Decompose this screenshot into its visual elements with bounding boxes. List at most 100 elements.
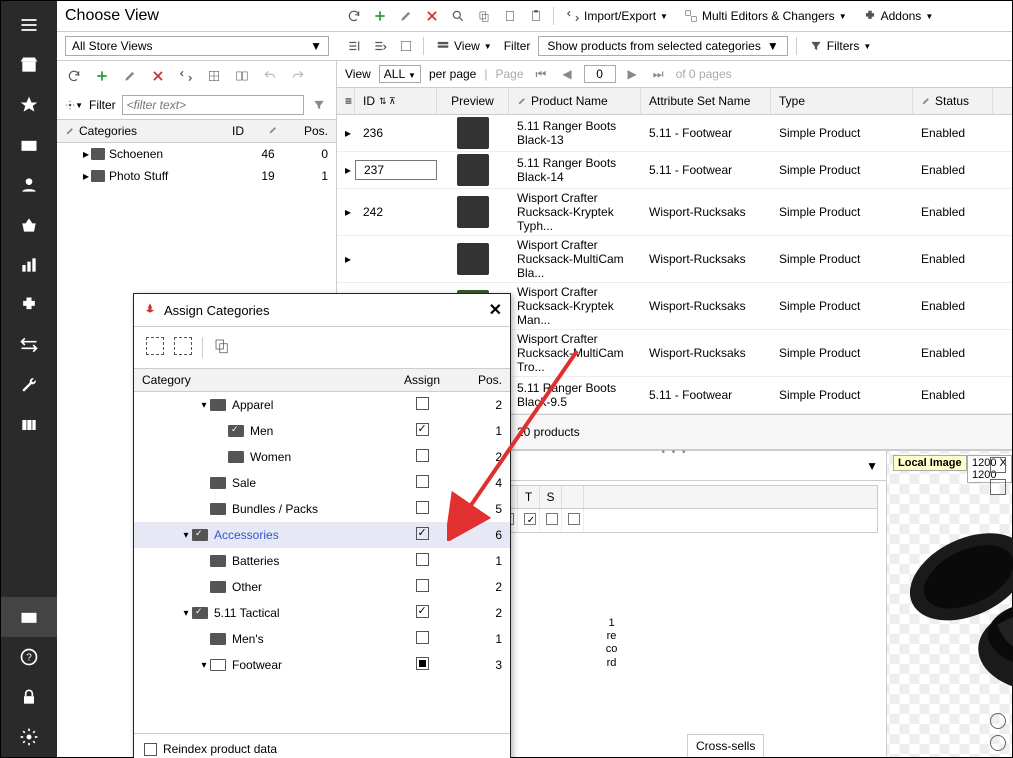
reindex-checkbox[interactable]: [144, 743, 157, 756]
flag-extra-checkbox[interactable]: [568, 513, 580, 525]
assign-category-row[interactable]: Women2: [134, 444, 510, 470]
page-prev-icon[interactable]: ◀: [558, 67, 575, 81]
assign-category-row[interactable]: Men1: [134, 418, 510, 444]
lock-icon[interactable]: [1, 677, 57, 717]
page-title: Choose View: [65, 7, 329, 25]
add-icon[interactable]: [371, 7, 389, 25]
settings-gear-icon[interactable]: ▼: [65, 96, 83, 114]
view-label: View: [345, 67, 371, 81]
dialog-close-icon[interactable]: ✕: [489, 300, 502, 320]
columns-icon[interactable]: [1, 405, 57, 445]
grid-header-type[interactable]: Type: [771, 88, 913, 114]
swap-cat-icon[interactable]: [177, 67, 195, 85]
delete-icon[interactable]: [423, 7, 441, 25]
flag-s2-checkbox[interactable]: [546, 513, 558, 525]
dialog-title: Assign Categories: [164, 303, 489, 318]
menu-icon[interactable]: [1, 5, 57, 45]
clipboard-icon[interactable]: [527, 7, 545, 25]
user-icon[interactable]: [1, 165, 57, 205]
tree-toggle-icon[interactable]: [397, 37, 415, 55]
per-page-label: per page: [429, 67, 476, 81]
filter-select[interactable]: Show products from selected categories▼: [538, 36, 787, 56]
assign-category-row[interactable]: ▾Accessories6: [134, 522, 510, 548]
tree-expand-icon[interactable]: [371, 37, 389, 55]
of-pages-label: of 0 pages: [676, 67, 732, 81]
assign-category-row[interactable]: ▾Footwear3: [134, 652, 510, 678]
grid-header-id[interactable]: ID ⇅ ⊼: [355, 88, 437, 114]
grid-icon[interactable]: [205, 67, 223, 85]
wrench-icon[interactable]: [1, 365, 57, 405]
grid-header-name[interactable]: Product Name: [509, 88, 641, 114]
assign-category-row[interactable]: Men's1: [134, 626, 510, 652]
fullscreen-icon[interactable]: [990, 457, 1006, 473]
page-number-input[interactable]: 0: [584, 65, 616, 83]
cat-filter-input[interactable]: [122, 95, 304, 115]
storeview-select[interactable]: All Store Views▼: [65, 36, 329, 56]
page-first-icon[interactable]: ⏮: [532, 67, 551, 82]
search-icon[interactable]: [449, 7, 467, 25]
crosssells-tab[interactable]: Cross-sells: [687, 734, 764, 757]
dialog-app-icon: [142, 302, 158, 318]
product-row[interactable]: ▸242Wisport Crafter Rucksack-Kryptek Typ…: [337, 189, 1012, 236]
transfer-icon[interactable]: [1, 325, 57, 365]
assign-category-row[interactable]: ▾Apparel2: [134, 392, 510, 418]
grid-header-status[interactable]: Status: [913, 88, 993, 114]
assign-category-row[interactable]: ▾5.11 Tactical2: [134, 600, 510, 626]
reindex-label: Reindex product data: [163, 742, 277, 756]
multi-editors-menu[interactable]: Multi Editors & Changers▼: [680, 7, 851, 25]
archive-icon[interactable]: [1, 597, 57, 637]
refresh-tree-icon[interactable]: [65, 67, 83, 85]
add-cat-icon[interactable]: [93, 67, 111, 85]
addons-menu[interactable]: Addons▼: [859, 7, 938, 25]
star-icon[interactable]: [1, 85, 57, 125]
copy-icon[interactable]: [475, 7, 493, 25]
view-menu[interactable]: View▼: [432, 37, 496, 55]
chart-icon[interactable]: [1, 245, 57, 285]
delete-cat-icon[interactable]: [149, 67, 167, 85]
tree-collapse-icon[interactable]: [345, 37, 363, 55]
refresh-icon[interactable]: [345, 7, 363, 25]
help-icon[interactable]: ?: [1, 637, 57, 677]
filters-menu[interactable]: Filters▼: [805, 37, 876, 55]
page-last-icon[interactable]: ⏭: [649, 67, 668, 82]
store-icon[interactable]: [1, 45, 57, 85]
select-none-icon[interactable]: [174, 337, 192, 355]
assign-category-row[interactable]: Sale4: [134, 470, 510, 496]
svg-text:?: ?: [26, 652, 32, 663]
img-menu-caret-icon[interactable]: ▼: [866, 459, 878, 473]
assign-category-row[interactable]: Batteries1: [134, 548, 510, 574]
filter-funnel-icon[interactable]: [310, 96, 328, 114]
edit-cat-icon[interactable]: [121, 67, 139, 85]
assign-category-row[interactable]: Other2: [134, 574, 510, 600]
cards-icon[interactable]: [233, 67, 251, 85]
edit-icon[interactable]: [397, 7, 415, 25]
product-row[interactable]: ▸Wisport Crafter Rucksack-MultiCam Bla..…: [337, 236, 1012, 283]
copy-tree-icon[interactable]: [213, 337, 231, 358]
zoom-in-icon[interactable]: [990, 713, 1006, 729]
zoom-out-icon[interactable]: [990, 735, 1006, 751]
product-image-preview: [892, 481, 1013, 711]
view-per-page-select[interactable]: ALL ▼: [379, 65, 421, 83]
inbox-icon[interactable]: [1, 125, 57, 165]
grid-select-all[interactable]: ≡: [337, 88, 355, 114]
flag-t-checkbox[interactable]: [524, 513, 536, 525]
page-next-icon[interactable]: ▶: [624, 67, 641, 81]
product-row[interactable]: ▸2375.11 Ranger Boots Black-145.11 - Foo…: [337, 152, 1012, 189]
gear-icon[interactable]: [1, 717, 57, 757]
import-export-menu[interactable]: Import/Export▼: [562, 7, 672, 25]
redo-icon[interactable]: [289, 67, 307, 85]
grid-header-attr[interactable]: Attribute Set Name: [641, 88, 771, 114]
assign-category-row[interactable]: Bundles / Packs5: [134, 496, 510, 522]
left-nav-rail: ?: [1, 1, 57, 757]
filter-label: Filter: [504, 39, 531, 53]
product-row[interactable]: ▸2365.11 Ranger Boots Black-135.11 - Foo…: [337, 115, 1012, 152]
select-all-icon[interactable]: [146, 337, 164, 355]
plugin-icon[interactable]: [1, 285, 57, 325]
basket-icon[interactable]: [1, 205, 57, 245]
paste-icon[interactable]: [501, 7, 519, 25]
category-row[interactable]: ▸Photo Stuff191: [57, 165, 336, 187]
grid-header-preview[interactable]: Preview: [437, 88, 509, 114]
category-row[interactable]: ▸Schoenen460: [57, 143, 336, 165]
undo-icon[interactable]: [261, 67, 279, 85]
cat-filter-label: Filter: [89, 98, 116, 112]
